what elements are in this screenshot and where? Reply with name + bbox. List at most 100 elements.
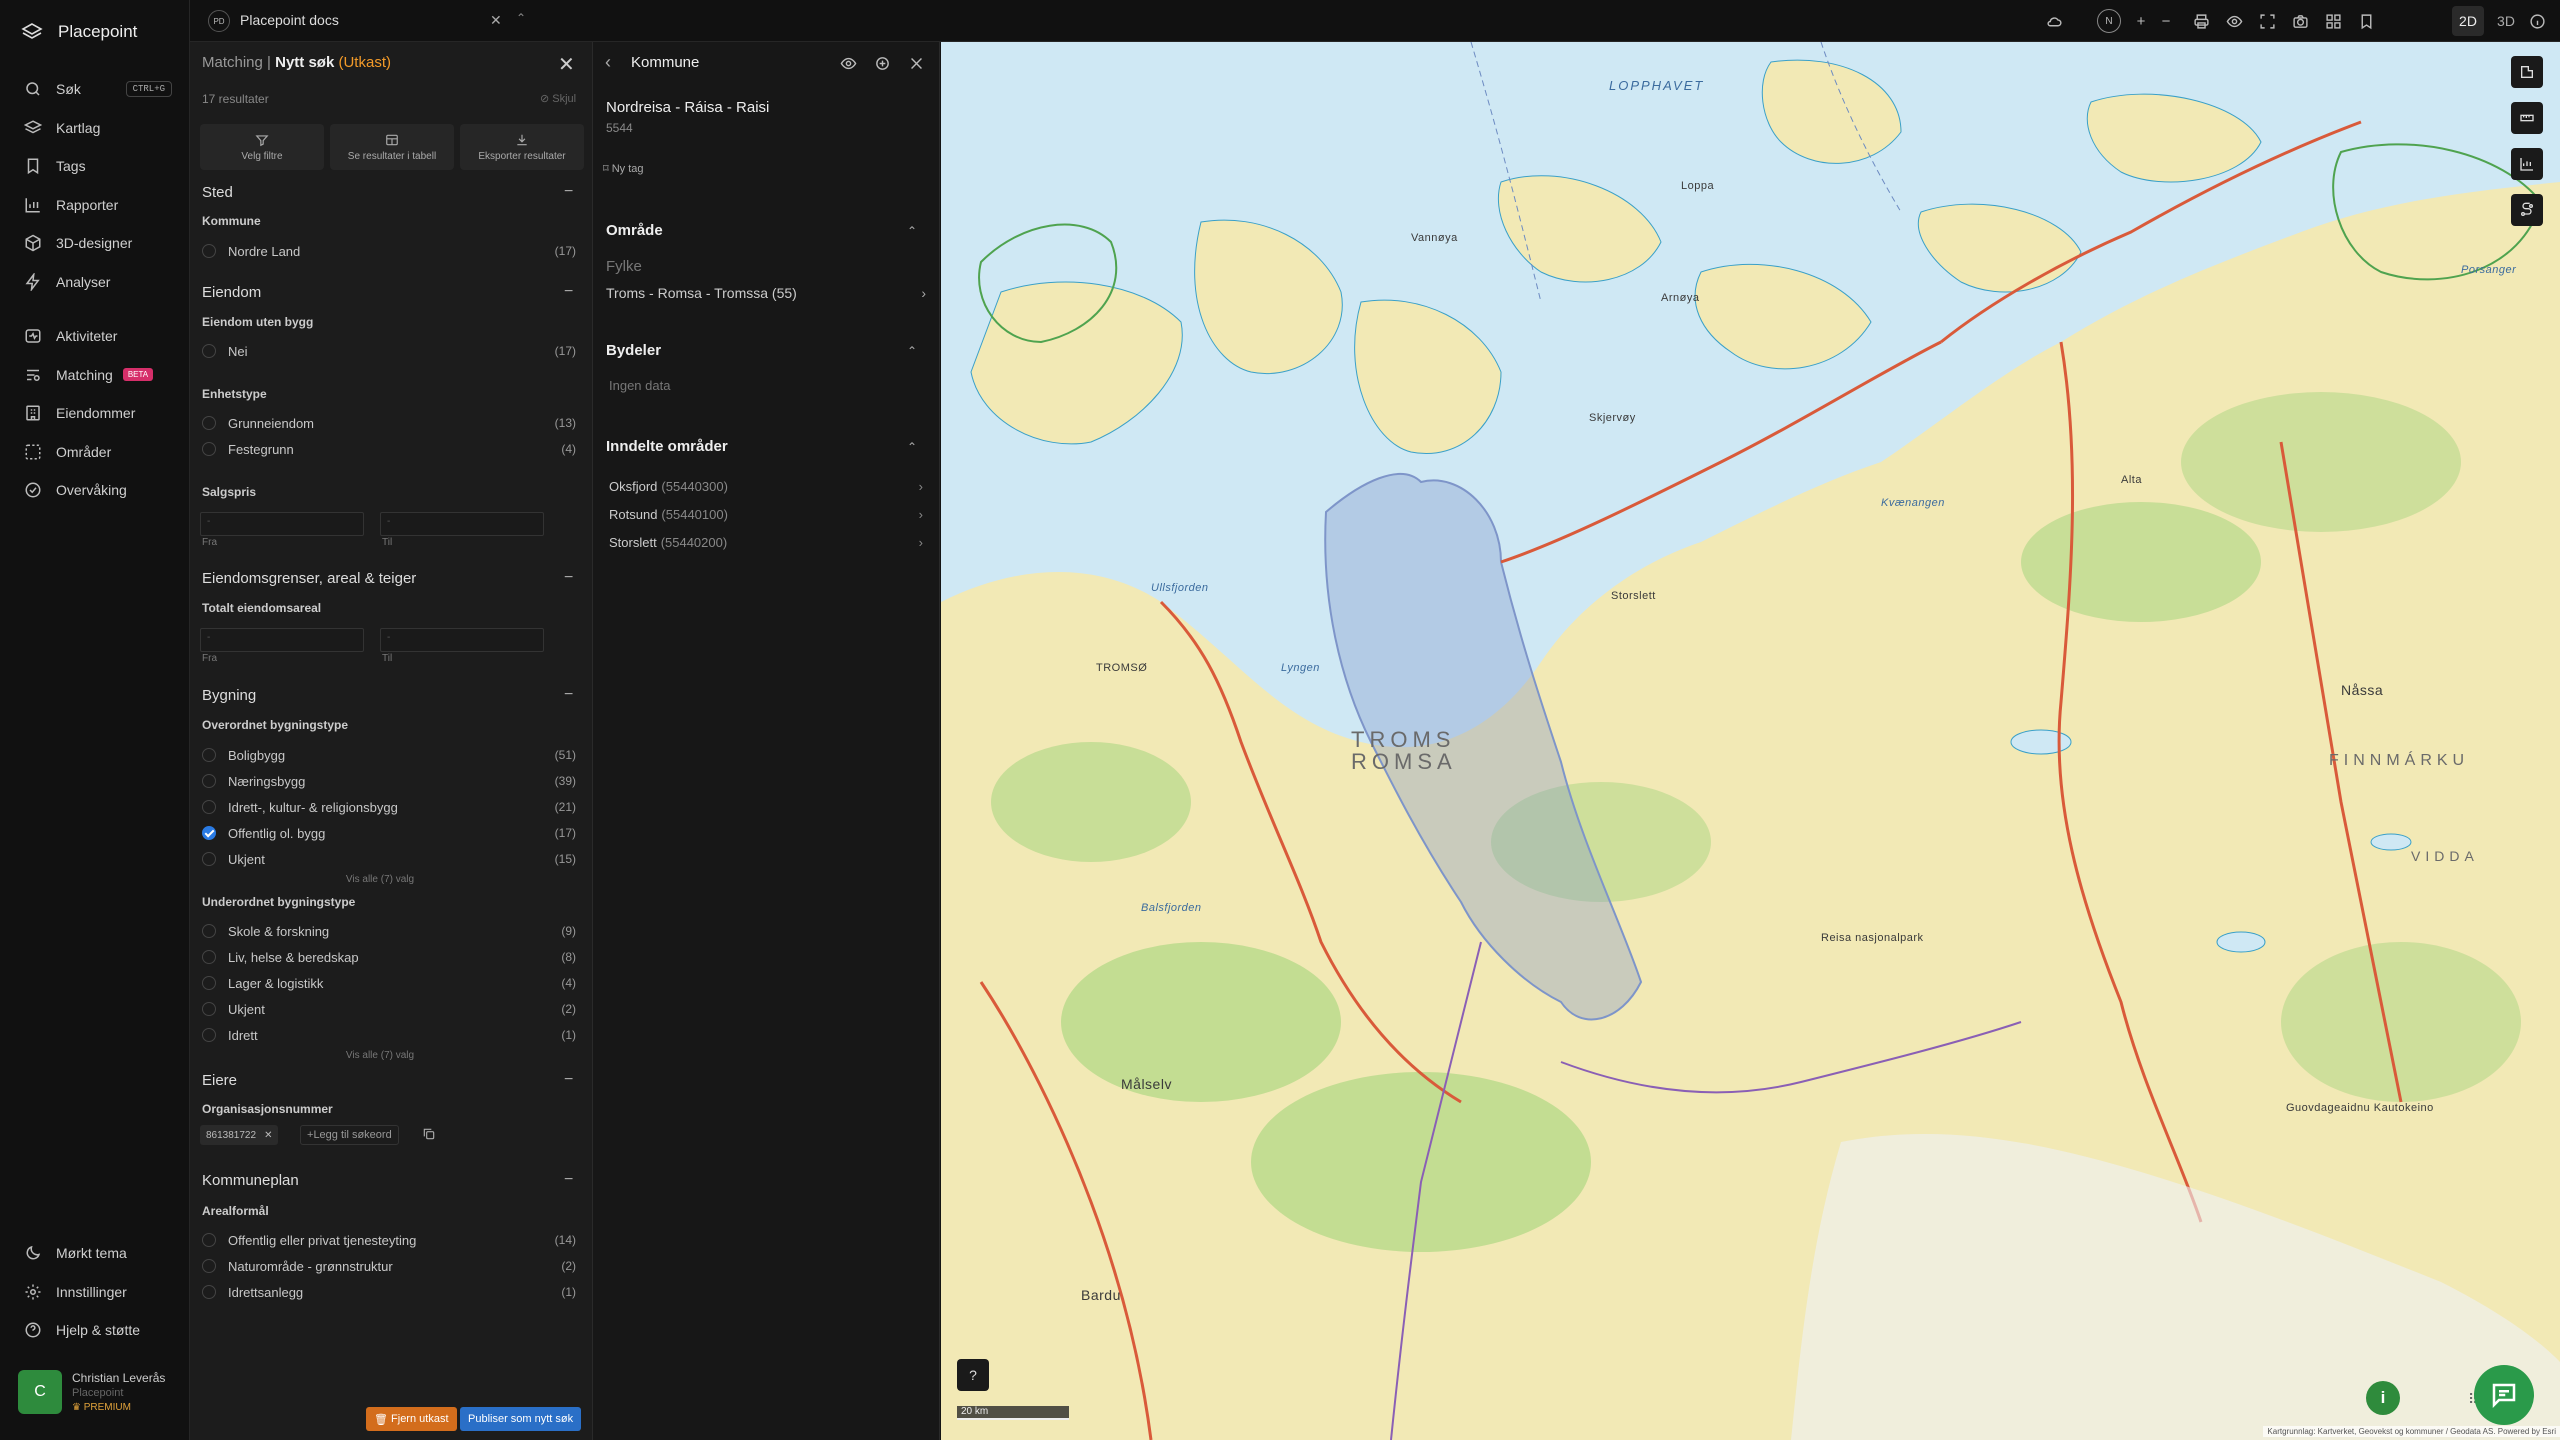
subarea-row[interactable]: Oksfjord (55440300) ›	[609, 479, 923, 494]
checkbox[interactable]	[202, 748, 216, 762]
filter-option[interactable]: Skole & forskning (9)	[202, 921, 576, 941]
close-icon[interactable]: ✕	[490, 12, 502, 29]
checkbox[interactable]	[202, 244, 216, 258]
filter-option[interactable]: Naturområde - grønnstruktur (2)	[202, 1256, 576, 1276]
nav-item-rapporter[interactable]: Rapporter	[0, 186, 190, 225]
close-icon[interactable]: ✕	[558, 52, 575, 77]
eye-icon[interactable]	[2223, 10, 2245, 32]
collapse-icon[interactable]: −	[564, 1071, 573, 1089]
price-to-input[interactable]: -	[380, 512, 544, 536]
nav-item-kartlag[interactable]: Kartlag	[0, 109, 190, 148]
checkbox[interactable]	[202, 774, 216, 788]
filter-option[interactable]: Boligbygg (51)	[202, 745, 576, 765]
checkbox[interactable]	[202, 1233, 216, 1247]
area-from-input[interactable]: -	[200, 628, 364, 652]
nav-item-aktiviteter[interactable]: Aktiviteter	[0, 317, 190, 356]
filter-option[interactable]: Ukjent (15)	[202, 849, 576, 869]
new-tag-button[interactable]: ⌑ Ny tag	[603, 162, 644, 175]
target-icon[interactable]	[872, 53, 892, 73]
chevron-up-icon[interactable]: ⌃	[907, 224, 917, 238]
section-title-bydeler[interactable]: Bydeler	[606, 342, 661, 359]
filter-option[interactable]: Idrettsanlegg (1)	[202, 1282, 576, 1302]
export-button[interactable]: Eksporter resultater	[460, 124, 584, 170]
hide-toggle[interactable]: ⊘ Skjul	[540, 92, 576, 105]
show-all-link[interactable]: Vis alle (7) valg	[330, 874, 430, 885]
checkbox[interactable]	[202, 1259, 216, 1273]
section-title-eiendom[interactable]: Eiendom	[202, 284, 261, 301]
map-attribution[interactable]: Kartgrunnlag: Kartverket, Geovekst og ko…	[2263, 1426, 2560, 1437]
workspace-title[interactable]: Placepoint docs	[240, 12, 339, 28]
info-circle-icon[interactable]	[2526, 10, 2548, 32]
nav-item-matching[interactable]: Matching BETA	[0, 356, 190, 395]
map-help-icon[interactable]: ?	[957, 1359, 989, 1391]
checkbox[interactable]	[202, 924, 216, 938]
camera-icon[interactable]	[2289, 10, 2311, 32]
view-3d-toggle[interactable]: 3D	[2490, 6, 2522, 36]
map-canvas[interactable]: LOPPHAVET TROMS ROMSA FINNMÁRKU VIDDA Ba…	[941, 42, 2560, 1440]
filter-option[interactable]: Grunneiendom (13)	[202, 413, 576, 433]
measure-icon[interactable]	[2511, 102, 2543, 134]
nav-item-analyser[interactable]: Analyser	[0, 263, 190, 302]
breadcrumb-parent[interactable]: Matching	[202, 54, 263, 71]
filter-option[interactable]: Næringsbygg (39)	[202, 771, 576, 791]
filter-option[interactable]: Offentlig eller privat tjenesteyting (14)	[202, 1230, 576, 1250]
publish-button[interactable]: Publiser som nytt søk	[460, 1407, 582, 1431]
subarea-row[interactable]: Rotsund (55440100) ›	[609, 507, 923, 522]
section-title-sted[interactable]: Sted	[202, 184, 233, 201]
checkbox[interactable]	[202, 1285, 216, 1299]
filter-option[interactable]: Nordre Land (17)	[202, 241, 576, 261]
view-2d-toggle[interactable]: 2D	[2452, 6, 2484, 36]
filter-option[interactable]: Liv, helse & beredskap (8)	[202, 947, 576, 967]
nav-item-overvaking[interactable]: Overvåking	[0, 471, 190, 510]
chevron-up-icon[interactable]: ⌃	[907, 344, 917, 358]
checkbox[interactable]	[202, 800, 216, 814]
grid-icon[interactable]	[2322, 10, 2344, 32]
chat-icon[interactable]	[2474, 1365, 2534, 1425]
filter-option[interactable]: Lager & logistikk (4)	[202, 973, 576, 993]
info-icon[interactable]: i	[2366, 1381, 2400, 1415]
copy-icon[interactable]	[422, 1127, 436, 1141]
nav-item-omrader[interactable]: Områder	[0, 433, 190, 472]
checkbox[interactable]	[202, 442, 216, 456]
checkbox-checked[interactable]	[202, 826, 216, 840]
nav-item-help[interactable]: Hjelp & støtte	[0, 1311, 190, 1350]
section-title-inndelte[interactable]: Inndelte områder	[606, 438, 728, 455]
nav-item-eiendommer[interactable]: Eiendommer	[0, 394, 190, 433]
nav-item-settings[interactable]: Innstillinger	[0, 1273, 190, 1312]
collapse-icon[interactable]: −	[564, 569, 573, 587]
section-title-omrade[interactable]: Område	[606, 222, 663, 239]
collapse-icon[interactable]: −	[564, 686, 573, 704]
remove-draft-button[interactable]: 🗑 Fjern utkast	[366, 1407, 457, 1431]
weather-icon[interactable]	[2043, 10, 2065, 32]
show-table-button[interactable]: Se resultater i tabell	[330, 124, 454, 170]
close-icon[interactable]	[906, 53, 926, 73]
chevron-updown-icon[interactable]: ⌃	[516, 11, 526, 25]
section-title-kommuneplan[interactable]: Kommuneplan	[202, 1172, 299, 1189]
price-from-input[interactable]: -	[200, 512, 364, 536]
section-title-bygning[interactable]: Bygning	[202, 687, 256, 704]
remove-tag-icon[interactable]: ✕	[264, 1130, 272, 1141]
nav-item-3d-designer[interactable]: 3D-designer	[0, 224, 190, 263]
zoom-out-icon[interactable]: −	[2155, 10, 2177, 32]
print-icon[interactable]	[2190, 10, 2212, 32]
filter-option[interactable]: Idrett (1)	[202, 1025, 576, 1045]
compass-north-icon[interactable]: N	[2097, 9, 2121, 33]
add-keyword-button[interactable]: + Legg til søkeord	[300, 1125, 399, 1145]
chevron-up-icon[interactable]: ⌃	[907, 440, 917, 454]
back-icon[interactable]: ‹	[605, 52, 611, 73]
checkbox[interactable]	[202, 1028, 216, 1042]
nav-item-sok[interactable]: Søk CTRL+G	[0, 70, 190, 109]
filter-option[interactable]: Offentlig ol. bygg (17)	[202, 823, 576, 843]
nav-item-tags[interactable]: Tags	[0, 147, 190, 186]
collapse-icon[interactable]: −	[564, 283, 573, 301]
route-icon[interactable]	[2511, 194, 2543, 226]
section-title-eiere[interactable]: Eiere	[202, 1072, 237, 1089]
draw-area-icon[interactable]	[2511, 56, 2543, 88]
fullscreen-icon[interactable]	[2256, 10, 2278, 32]
user-profile[interactable]: C Christian Leverås Placepoint ♛ PREMIUM	[18, 1370, 165, 1414]
fylke-row[interactable]: Troms - Romsa - Tromssa (55) ›	[606, 285, 926, 301]
subarea-row[interactable]: Storslett (55440200) ›	[609, 535, 923, 550]
checkbox[interactable]	[202, 976, 216, 990]
chart-icon[interactable]	[2511, 148, 2543, 180]
checkbox[interactable]	[202, 950, 216, 964]
